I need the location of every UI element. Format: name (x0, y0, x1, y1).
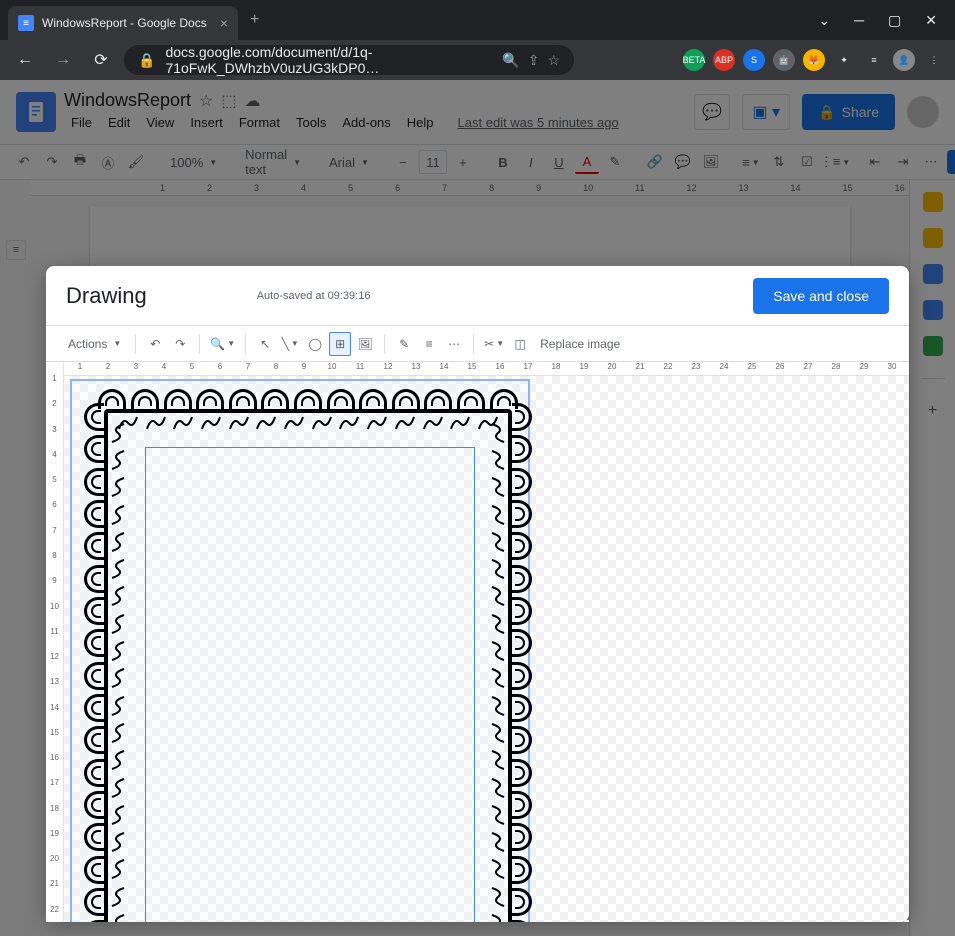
reload-button[interactable]: ⟳ (86, 45, 116, 75)
actions-menu[interactable]: Actions▼ (62, 332, 127, 356)
back-button[interactable]: ← (10, 45, 40, 75)
dialog-title: Drawing (66, 283, 147, 309)
replace-image-button[interactable]: Replace image (534, 332, 626, 356)
mask-button[interactable]: ◫ (509, 332, 531, 356)
tab-title: WindowsReport - Google Docs (42, 16, 212, 30)
lock-icon: 🔒 (138, 52, 155, 69)
vertical-ruler[interactable]: 12345678910111213141516171819202122 (46, 362, 64, 922)
textbox-selection[interactable] (145, 447, 475, 922)
browser-addressbar: ← → ⟳ 🔒 docs.google.com/document/d/1q-71… (0, 40, 955, 80)
dialog-header: Drawing Auto-saved at 09:39:16 Save and … (46, 266, 909, 326)
minimize-icon[interactable]: ─ (854, 12, 864, 29)
maximize-icon[interactable]: ▢ (888, 12, 901, 29)
drawing-toolbar: Actions▼ ↶ ↷ 🔍▼ ↖ ╲▼ ◯ ⊞ 🖼 ✎ ≡ ⋯ ✂▼ ◫ Re… (46, 326, 909, 362)
extension-bot-icon[interactable]: 🤖 (773, 49, 795, 71)
undo-button[interactable]: ↶ (144, 332, 166, 356)
address-bar[interactable]: 🔒 docs.google.com/document/d/1q-71oFwK_D… (124, 45, 574, 75)
redo-button[interactable]: ↷ (169, 332, 191, 356)
url-text: docs.google.com/document/d/1q-71oFwK_DWh… (165, 44, 492, 76)
shape-tool[interactable]: ◯ (304, 332, 326, 356)
canvas-area: 12345678910111213141516171819202122 1234… (46, 362, 909, 922)
new-tab-button[interactable]: + (250, 11, 259, 29)
forward-button[interactable]: → (48, 45, 78, 75)
border-weight-button[interactable]: ≡ (418, 332, 440, 356)
border-dash-button[interactable]: ⋯ (443, 332, 465, 356)
zoom-button[interactable]: 🔍▼ (208, 332, 237, 356)
profile-avatar-icon[interactable]: 👤 (893, 49, 915, 71)
horizontal-ruler[interactable]: 1234567891011121314151617181920212223242… (64, 362, 909, 376)
extension-fox-icon[interactable]: 🦊 (803, 49, 825, 71)
window-controls: ⌄ ─ ▢ ✕ (818, 12, 955, 29)
menu-dots-icon[interactable]: ⋮ (923, 49, 945, 71)
docs-favicon: ≡ (18, 15, 34, 31)
reading-list-icon[interactable]: ≡ (863, 49, 885, 71)
share-page-icon[interactable]: ⇪ (528, 52, 540, 69)
line-tool[interactable]: ╲▼ (279, 332, 301, 356)
star-icon[interactable]: ☆ (547, 52, 560, 69)
save-and-close-button[interactable]: Save and close (753, 278, 889, 314)
docs-app: WindowsReport ☆ ⬚ ☁ File Edit View Inser… (0, 80, 955, 936)
autosave-status: Auto-saved at 09:39:16 (257, 290, 371, 302)
chevron-down-icon[interactable]: ⌄ (818, 12, 830, 29)
select-tool[interactable]: ↖ (254, 332, 276, 356)
extension-s-icon[interactable]: S (743, 49, 765, 71)
extensions-area: BETA ABP S 🤖 🦊 ✦ ≡ 👤 ⋮ (683, 49, 945, 71)
browser-titlebar: ≡ WindowsReport - Google Docs × + ⌄ ─ ▢ … (0, 0, 955, 40)
browser-tab[interactable]: ≡ WindowsReport - Google Docs × (8, 6, 238, 40)
extensions-puzzle-icon[interactable]: ✦ (833, 49, 855, 71)
drawing-canvas[interactable] (64, 376, 909, 922)
search-icon[interactable]: 🔍 (502, 52, 519, 69)
tab-close-icon[interactable]: × (220, 15, 228, 31)
crop-button[interactable]: ✂▼ (482, 332, 506, 356)
image-tool[interactable]: 🖼 (354, 332, 376, 356)
extension-abp-icon[interactable]: ABP (713, 49, 735, 71)
border-color-button[interactable]: ✎ (393, 332, 415, 356)
drawing-dialog: Drawing Auto-saved at 09:39:16 Save and … (46, 266, 909, 922)
selection-frame[interactable] (70, 379, 530, 922)
close-icon[interactable]: ✕ (925, 12, 937, 29)
textbox-tool[interactable]: ⊞ (329, 332, 351, 356)
extension-beta-icon[interactable]: BETA (683, 49, 705, 71)
